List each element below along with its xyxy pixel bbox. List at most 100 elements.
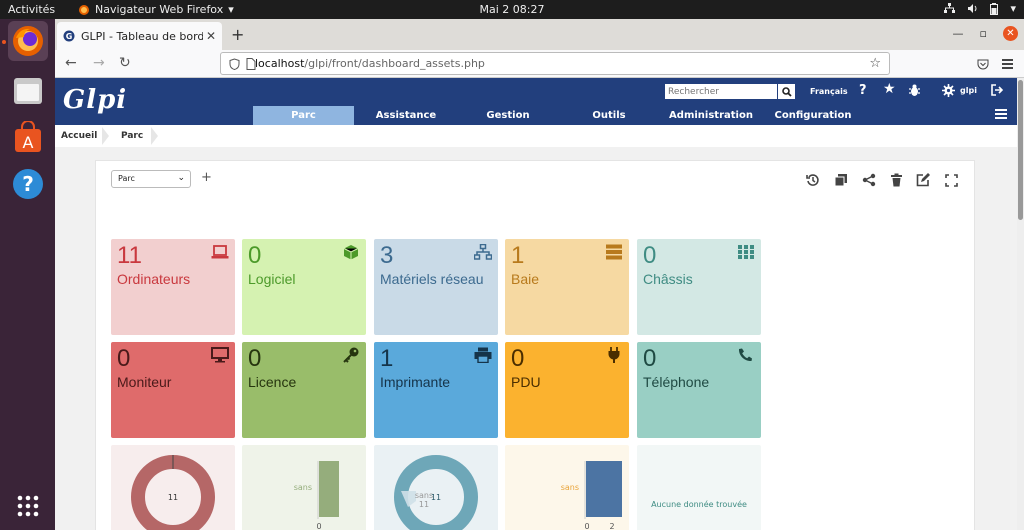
help-icon[interactable]: ? <box>859 83 867 98</box>
battery-icon <box>990 2 999 15</box>
dock-help[interactable]: ? <box>8 164 48 204</box>
donut-chart: 11 <box>131 455 215 530</box>
card-count: 0 <box>117 345 131 372</box>
reload-button[interactable]: ↻ <box>119 55 131 71</box>
chart-chassis[interactable]: Aucune donnée trouvée <box>637 445 761 530</box>
forward-button[interactable]: → <box>93 55 105 71</box>
gear-icon[interactable] <box>942 84 955 97</box>
card-count: 3 <box>380 242 394 269</box>
menu-gestion[interactable]: Gestion <box>473 106 543 125</box>
scrollbar-thumb[interactable] <box>1018 80 1023 220</box>
chart-logiciel[interactable]: sans 0 <box>242 445 366 530</box>
printer-icon <box>474 347 492 363</box>
close-window-button[interactable]: ✕ <box>1003 26 1018 41</box>
menu-outils[interactable]: Outils <box>581 106 637 125</box>
svg-text:?: ? <box>22 172 34 196</box>
donut-chart: sans 11 11 <box>394 455 478 530</box>
donut-center-value: 11 <box>168 493 178 502</box>
svg-text:A: A <box>23 133 34 152</box>
bookmark-star-icon[interactable]: ★ <box>883 81 896 97</box>
menu-parc[interactable]: Parc <box>253 106 354 125</box>
new-tab-button[interactable]: + <box>231 25 244 44</box>
add-dashboard-button[interactable]: + <box>201 170 212 185</box>
card-count: 0 <box>511 345 525 372</box>
key-icon <box>343 347 359 363</box>
bookmark-star-icon[interactable]: ☆ <box>869 56 881 71</box>
menu-administration[interactable]: Administration <box>663 106 759 125</box>
dock-files[interactable] <box>8 71 48 111</box>
chart-materiels-reseau[interactable]: sans 11 11 <box>374 445 498 530</box>
close-tab-icon[interactable]: ✕ <box>206 29 216 43</box>
breadcrumb-home[interactable]: Accueil <box>61 131 97 141</box>
app-menu[interactable]: Navigateur Web Firefox ▾ <box>78 3 234 16</box>
card-baie[interactable]: 1 Baie <box>505 239 629 335</box>
language-selector[interactable]: Français <box>810 87 848 96</box>
address-bar[interactable]: localhost/glpi/front/dashboard_assets.ph… <box>220 52 890 75</box>
history-icon[interactable] <box>805 172 821 188</box>
bar-tick-label: 0 <box>316 522 321 530</box>
network-icon <box>944 3 956 13</box>
card-chassis[interactable]: 0 Châssis <box>637 239 761 335</box>
card-pdu[interactable]: 0 PDU <box>505 342 629 438</box>
url-text: localhost/glpi/front/dashboard_assets.ph… <box>255 57 485 70</box>
card-count: 1 <box>511 242 525 269</box>
trash-icon[interactable] <box>888 172 904 188</box>
page-scrollbar[interactable] <box>1017 78 1024 530</box>
card-ordinateurs[interactable]: 11 Ordinateurs <box>111 239 235 335</box>
share-icon[interactable] <box>861 172 877 188</box>
fullscreen-icon[interactable] <box>943 172 959 188</box>
pocket-icon[interactable] <box>977 58 989 70</box>
app-menu-button[interactable] <box>1002 59 1013 69</box>
card-moniteur[interactable]: 0 Moniteur <box>111 342 235 438</box>
edit-icon[interactable] <box>915 172 931 188</box>
donut-center-value: 11 <box>431 493 441 502</box>
menu-assistance[interactable]: Assistance <box>367 106 445 125</box>
card-licence[interactable]: 0 Licence <box>242 342 366 438</box>
browser-tab[interactable]: G GLPI - Tableau de bord d ✕ <box>57 22 222 50</box>
logout-icon[interactable] <box>991 84 1004 96</box>
menu-configuration[interactable]: Configuration <box>771 106 855 125</box>
app-menu-label: Navigateur Web Firefox <box>95 3 224 16</box>
laptop-icon <box>211 245 229 259</box>
user-menu[interactable]: glpi <box>960 86 977 95</box>
bar-chart: sans 0 2 <box>561 461 622 530</box>
dock-show-apps[interactable] <box>8 486 48 526</box>
card-count: 0 <box>643 345 657 372</box>
restore-button[interactable]: ▫ <box>980 27 987 40</box>
back-button[interactable]: ← <box>65 55 77 71</box>
dashboard-select[interactable]: Parc ⌄ <box>111 170 191 188</box>
dock-firefox[interactable] <box>8 21 48 61</box>
bar-category-label: sans <box>294 483 312 492</box>
hamburger-menu-icon[interactable] <box>995 109 1007 121</box>
chart-baie[interactable]: sans 0 2 <box>505 445 629 530</box>
system-tray[interactable]: ▾ <box>944 2 1016 15</box>
card-logiciel[interactable]: 0 Logiciel <box>242 239 366 335</box>
plug-icon <box>608 347 620 363</box>
help-icon: ? <box>13 169 43 199</box>
firefox-window: G GLPI - Tableau de bord d ✕ + — ▫ ✕ ← →… <box>55 19 1024 530</box>
card-telephone[interactable]: 0 Téléphone <box>637 342 761 438</box>
breadcrumb-parc[interactable]: Parc <box>121 131 143 141</box>
card-label: PDU <box>511 374 541 390</box>
card-label: Matériels réseau <box>380 271 484 287</box>
card-imprimante[interactable]: 1 Imprimante <box>374 342 498 438</box>
card-materiels-reseau[interactable]: 3 Matériels réseau <box>374 239 498 335</box>
search-input[interactable] <box>665 84 777 99</box>
card-count: 0 <box>248 345 262 372</box>
search-button[interactable] <box>778 84 795 99</box>
search-icon <box>781 86 792 97</box>
server-icon <box>606 244 622 260</box>
bar-category-label: sans <box>561 483 579 492</box>
grid-icon <box>738 245 754 259</box>
glpi-header: Glpi Français ? ★ glpi Parc Assistance G… <box>55 78 1017 125</box>
breadcrumb: Accueil Parc <box>55 125 1017 147</box>
bug-icon[interactable] <box>908 84 921 97</box>
card-label: Logiciel <box>248 271 296 287</box>
activities-button[interactable]: Activités <box>8 3 55 16</box>
minimize-button[interactable]: — <box>953 27 964 40</box>
bar-tick-label: 2 <box>609 522 614 530</box>
chart-ordinateurs[interactable]: 11 <box>111 445 235 530</box>
clone-icon[interactable] <box>833 172 849 188</box>
dock-software[interactable]: A <box>8 117 48 157</box>
folder-icon <box>14 78 42 104</box>
